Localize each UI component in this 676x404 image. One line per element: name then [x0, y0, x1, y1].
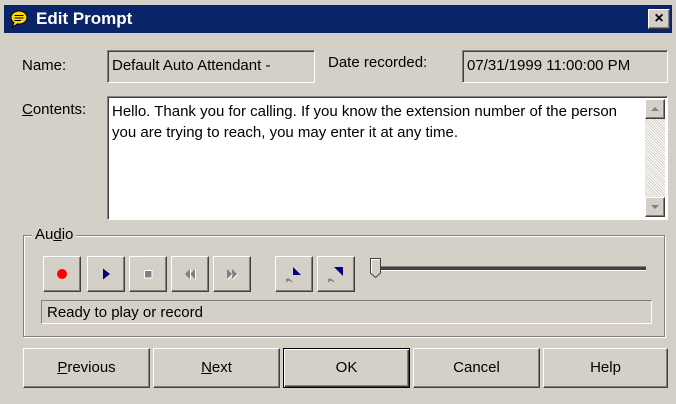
play-icon [103, 268, 110, 280]
help-button[interactable]: Help [543, 348, 668, 388]
date-recorded-label: Date recorded: [328, 54, 428, 71]
audio-position-slider-thumb[interactable] [370, 258, 381, 278]
play-button[interactable] [87, 256, 125, 292]
name-field[interactable]: Default Auto Attendant - [107, 50, 315, 83]
mark-start-icon [285, 267, 301, 283]
rewind-icon [185, 269, 196, 280]
next-accel: N [201, 359, 212, 376]
stop-button[interactable] [129, 256, 167, 292]
close-button[interactable]: × [648, 9, 670, 29]
next-label: ext [211, 359, 232, 376]
audio-position-slider-track[interactable] [374, 266, 646, 271]
arrow-down-icon [651, 205, 659, 209]
name-label: Name: [22, 57, 66, 74]
record-button[interactable] [43, 256, 81, 292]
date-recorded-field[interactable]: 07/31/1999 11:00:00 PM [462, 50, 668, 83]
mark-end-button[interactable] [317, 256, 355, 292]
previous-button[interactable]: Previous [23, 348, 150, 388]
name-value: Default Auto Attendant - [112, 57, 271, 74]
scroll-down-button[interactable] [645, 197, 665, 217]
contents-label-text: ontents: [32, 101, 87, 118]
audio-label-post: io [61, 226, 74, 243]
fast-forward-button[interactable] [213, 256, 251, 292]
ok-label: OK [335, 359, 358, 376]
edit-prompt-dialog: Edit Prompt × Name: Default Auto Attenda… [0, 0, 676, 404]
ok-button[interactable]: OK [283, 348, 410, 388]
next-button[interactable]: Next [153, 348, 280, 388]
contents-label: Contents: [22, 101, 86, 118]
previous-accel: P [57, 359, 68, 376]
rewind-button[interactable] [171, 256, 209, 292]
previous-label: revious [67, 359, 116, 376]
audio-label-accel: d [53, 226, 62, 243]
record-icon [57, 269, 67, 279]
contents-textarea[interactable]: Hello. Thank you for calling. If you kno… [107, 96, 668, 220]
name-label-text: Name: [22, 57, 67, 74]
help-label: Help [590, 359, 621, 376]
window-title: Edit Prompt [36, 9, 133, 28]
close-icon: × [654, 10, 664, 27]
audio-group-label: Audio [32, 226, 77, 243]
scroll-up-button[interactable] [645, 99, 665, 119]
fast-forward-icon [227, 269, 238, 280]
speech-bubble-icon [10, 10, 28, 28]
mark-end-icon [327, 267, 343, 283]
arrow-up-icon [651, 107, 659, 111]
mark-start-button[interactable] [275, 256, 313, 292]
cancel-button[interactable]: Cancel [413, 348, 540, 388]
contents-text: Hello. Thank you for calling. If you kno… [112, 103, 618, 141]
stop-icon [144, 270, 153, 279]
audio-status-text: Ready to play or record [41, 300, 652, 324]
date-recorded-value: 07/31/1999 11:00:00 PM [467, 57, 631, 74]
contents-scrollbar[interactable] [645, 99, 665, 217]
cancel-label: Cancel [453, 359, 500, 376]
title-bar[interactable]: Edit Prompt × [4, 5, 672, 33]
contents-label-accel: C [22, 101, 33, 118]
audio-label-pre: Au [35, 226, 54, 243]
